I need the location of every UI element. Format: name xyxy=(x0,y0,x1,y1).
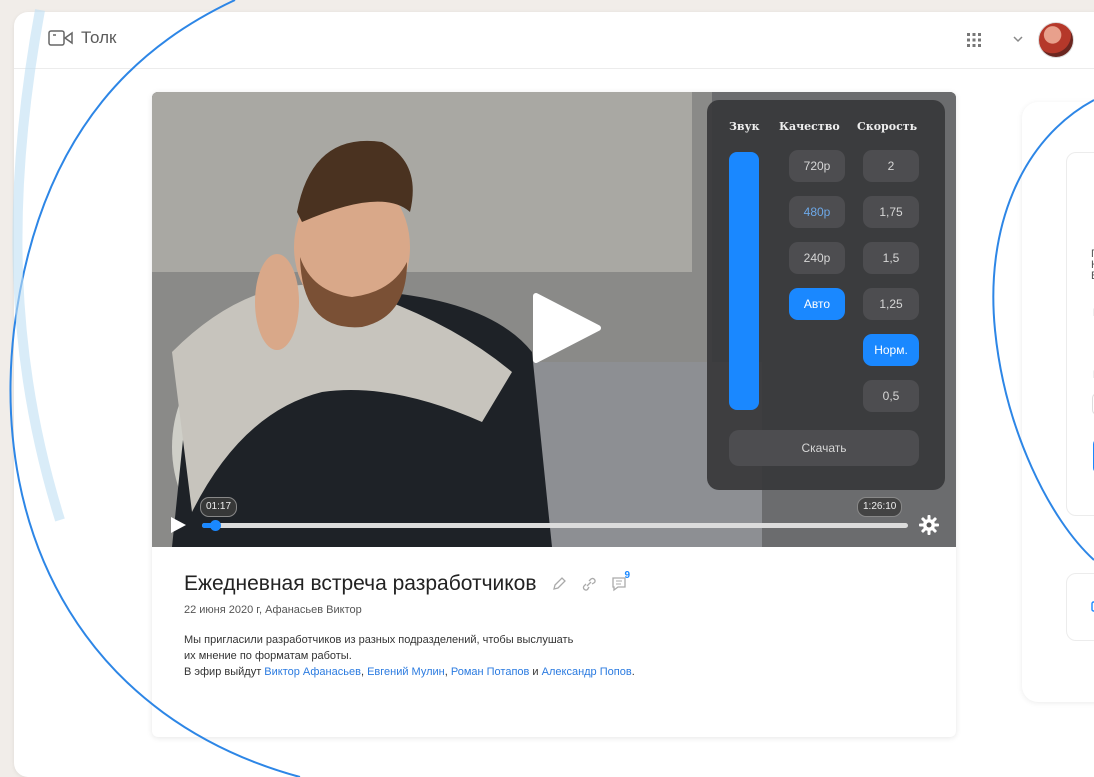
description-line: Мы пригласили разработчиков из разных по… xyxy=(184,634,574,646)
speaker-link[interactable]: Евгений Мулин xyxy=(367,666,445,678)
speed-header: Скорость xyxy=(857,120,918,133)
gear-icon[interactable] xyxy=(918,514,940,536)
quality-option[interactable]: Авто xyxy=(789,288,845,320)
speed-option[interactable]: 1,5 xyxy=(863,242,919,274)
avatar[interactable] xyxy=(1038,22,1074,58)
play-icon[interactable] xyxy=(530,292,602,364)
side-form: З П Н В М И xyxy=(1066,152,1094,516)
description-text: В эфир выйдут xyxy=(184,666,265,678)
quality-option[interactable]: 480p xyxy=(789,196,845,228)
current-time: 01:17 xyxy=(200,497,238,517)
progress-handle[interactable] xyxy=(210,520,221,531)
quality-option[interactable]: 720p xyxy=(789,150,845,182)
duration: 1:26:10 xyxy=(857,497,903,517)
description-line: их мнение по форматам работы. xyxy=(184,650,352,662)
video-card: Звук Качество Скорость 720p 480p 240p Ав… xyxy=(152,92,956,737)
app-logo[interactable]: Толк xyxy=(48,28,117,48)
side-panel: З П Н В М И xyxy=(1022,102,1094,702)
video-info: Ежедневная встреча разработчиков 9 22 ию… xyxy=(184,570,924,680)
separator: и xyxy=(529,666,542,678)
comments-button[interactable]: 9 xyxy=(611,570,630,592)
play-control-icon[interactable] xyxy=(168,515,188,535)
side-secondary-card[interactable] xyxy=(1066,573,1094,641)
separator: . xyxy=(631,666,635,678)
speed-option[interactable]: Норм. xyxy=(863,334,919,366)
camera-icon xyxy=(48,30,73,46)
speaker-link[interactable]: Виктор Афанасьев xyxy=(264,666,361,678)
app-name: Толк xyxy=(81,28,117,47)
chevron-down-icon[interactable] xyxy=(1011,32,1025,46)
sound-header: Звук xyxy=(729,120,760,133)
speaker-link[interactable]: Роман Потапов xyxy=(451,666,530,678)
speed-option[interactable]: 2 xyxy=(863,150,919,182)
app-window: Толк Звук Качество Скорость 720p 480p 24… xyxy=(14,12,1094,777)
speed-option[interactable]: 0,5 xyxy=(863,380,919,412)
speed-option[interactable]: 1,25 xyxy=(863,288,919,320)
apps-grid-icon[interactable] xyxy=(964,30,984,50)
video-meta: 22 июня 2020 г, Афанасьев Виктор xyxy=(184,604,362,616)
speed-option[interactable]: 1,75 xyxy=(863,196,919,228)
video-player[interactable]: Звук Качество Скорость 720p 480p 240p Ав… xyxy=(152,92,956,547)
download-button[interactable]: Скачать xyxy=(729,430,919,466)
quality-option[interactable]: 240p xyxy=(789,242,845,274)
comments-count: 9 xyxy=(624,570,631,581)
pencil-icon[interactable] xyxy=(551,576,567,592)
progress-bar[interactable] xyxy=(202,520,908,531)
top-bar: Толк xyxy=(14,12,1094,69)
settings-panel: Звук Качество Скорость 720p 480p 240p Ав… xyxy=(707,100,945,490)
link-icon[interactable] xyxy=(581,576,597,592)
description-line: В эфир выйдут Виктор Афанасьев, Евгений … xyxy=(184,664,924,680)
speaker-link[interactable]: Александр Попов xyxy=(542,666,632,678)
volume-slider[interactable] xyxy=(729,152,759,410)
video-description: Мы пригласили разработчиков из разных по… xyxy=(184,632,924,680)
video-title: Ежедневная встреча разработчиков xyxy=(184,572,537,595)
quality-header: Качество xyxy=(779,120,840,133)
